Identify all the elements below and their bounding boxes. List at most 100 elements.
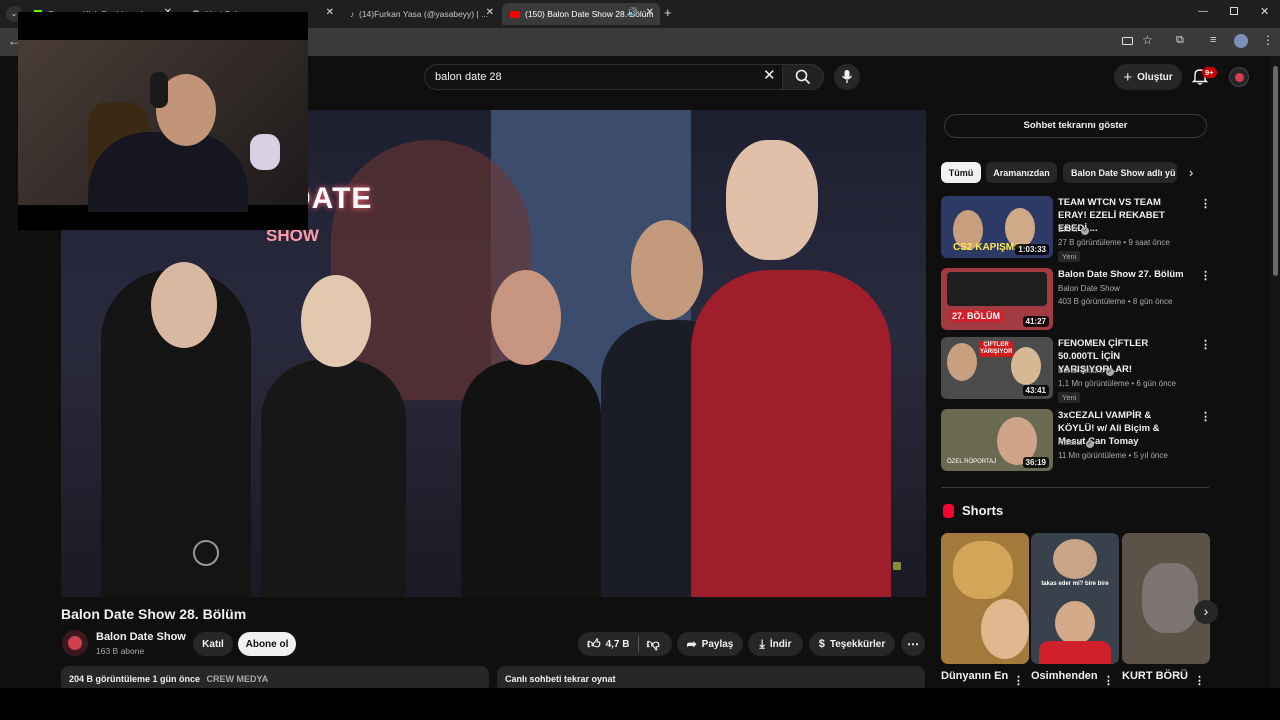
download-button[interactable]: ⤓ İndir <box>748 632 803 656</box>
subscribe-button[interactable]: Abone ol <box>238 632 296 656</box>
thumb-text: ÇİFTLER YARIŞIYOR <box>979 341 1013 357</box>
more-actions-button[interactable]: ⋯ <box>901 632 925 656</box>
shorts-header: Shorts <box>943 503 1003 518</box>
rec-meta: 1,1 Mn görüntüleme • 6 gün önce <box>1058 379 1176 388</box>
dislike-button[interactable]: 👎︎ <box>647 636 660 652</box>
star-icon[interactable]: ☆ <box>1142 33 1153 47</box>
section-divider <box>941 487 1209 488</box>
extensions-icon[interactable]: ⧉ <box>1176 34 1184 47</box>
rec-channel[interactable]: Balon Date Show <box>1058 284 1120 293</box>
close-window-button[interactable]: ✕ <box>1260 5 1269 18</box>
thumb-text: 27. BÖLÜM <box>949 310 1004 322</box>
person-3-head <box>491 270 561 365</box>
channel-watermark-icon <box>893 562 901 570</box>
person-4-head <box>631 220 703 320</box>
create-button[interactable]: + Oluştur <box>1114 64 1182 90</box>
short-thumbnail[interactable]: takas eder mi? bire bire <box>1031 533 1119 664</box>
thanks-button[interactable]: $ Teşekkürler <box>809 632 895 656</box>
short-menu-icon[interactable]: ⋮ <box>1194 674 1205 687</box>
plus-icon: + <box>1123 68 1133 86</box>
microphone <box>250 134 280 170</box>
clear-search-icon[interactable]: ✕ <box>763 66 776 84</box>
channel-name[interactable]: Balon Date Show <box>96 631 186 643</box>
short-title[interactable]: Dünyanın En <box>941 670 1008 682</box>
thumb-text: takas eder mi? bire bire <box>1041 581 1109 587</box>
account-avatar[interactable] <box>1229 67 1249 87</box>
duration-badge: 36:19 <box>1022 457 1049 468</box>
share-button[interactable]: ➦ Paylaş <box>677 632 743 656</box>
cast-icon[interactable] <box>1122 37 1133 45</box>
youtube-icon <box>510 10 520 18</box>
rec-menu-icon[interactable]: ⋮ <box>1200 338 1211 351</box>
voice-search-button[interactable] <box>834 64 860 90</box>
rec-menu-icon[interactable]: ⋮ <box>1200 197 1211 210</box>
show-chat-replay-button[interactable]: Sohbet tekrarını göster <box>944 114 1207 138</box>
channel-avatar[interactable] <box>62 630 88 656</box>
rec-channel-name: Kafalar <box>1058 438 1084 447</box>
minimize-button[interactable]: — <box>1198 6 1208 17</box>
person-2-head <box>301 275 371 367</box>
thanks-icon: $ <box>818 638 825 650</box>
taskbar-area <box>0 688 1280 720</box>
channel-logo-icon <box>68 636 82 650</box>
thumbs-up-icon: 👍︎ <box>587 636 601 651</box>
search-icon <box>795 69 811 85</box>
close-tab-icon[interactable]: ✕ <box>326 7 334 18</box>
person-1-head <box>151 262 217 348</box>
person-5-suit <box>691 270 891 597</box>
tab-youtube[interactable]: (150) Balon Date Show 28. Bölüm 🔊 ✕ <box>502 3 660 25</box>
thumb-face-right <box>1011 347 1041 385</box>
more-horizontal-icon: ⋯ <box>907 637 919 651</box>
new-tab-button[interactable]: + <box>664 5 672 20</box>
duration-badge: 41:27 <box>1022 316 1049 327</box>
like-button[interactable]: 👍︎ 4,7 B <box>587 636 630 652</box>
profile-avatar[interactable] <box>1234 34 1248 48</box>
short-thumbnail[interactable] <box>941 533 1029 664</box>
new-badge: Yeni <box>1058 251 1081 262</box>
rec-channel[interactable]: Burak Aktürk ✓ <box>1058 366 1114 376</box>
rec-title[interactable]: Balon Date Show 27. Bölüm <box>1058 268 1188 281</box>
thumb-text: ÖZEL RÖPORTAJ <box>947 459 997 465</box>
subscriber-count: 163 B abone <box>96 646 145 656</box>
thumbs-down-icon: 👎︎ <box>646 636 660 651</box>
rec-thumbnail[interactable]: CS2 KAPIŞMA 1:03:33 <box>941 196 1053 258</box>
shorts-next-button[interactable]: › <box>1194 600 1218 624</box>
short-title[interactable]: KURT BÖRÜ <box>1122 670 1188 682</box>
tab-label: (14)Furkan Yasa (@yasabeyy) | ... <box>359 9 489 19</box>
create-label: Oluştur <box>1137 71 1173 83</box>
rec-thumbnail[interactable]: ÇİFTLER YARIŞIYOR 43:41 <box>941 337 1053 399</box>
chevron-right-icon[interactable]: › <box>1189 165 1193 180</box>
search-button[interactable] <box>782 64 824 90</box>
thumb-group <box>947 272 1047 306</box>
join-button[interactable]: Katıl <box>193 632 233 656</box>
browser-menu-icon[interactable]: ⋮ <box>1262 33 1274 47</box>
scrollbar-thumb[interactable] <box>1273 66 1278 276</box>
media-control-icon[interactable]: ≡ <box>1210 34 1216 46</box>
short-menu-icon[interactable]: ⋮ <box>1103 674 1114 687</box>
rec-menu-icon[interactable]: ⋮ <box>1200 269 1211 282</box>
tab-tiktok[interactable]: ♪ (14)Furkan Yasa (@yasabeyy) | ... ✕ <box>342 3 500 25</box>
rec-thumbnail[interactable]: 27. BÖLÜM 41:27 <box>941 268 1053 330</box>
rec-channel-name: Burak Aktürk <box>1058 366 1104 375</box>
wolf-pup <box>1142 563 1198 633</box>
short-menu-icon[interactable]: ⋮ <box>1013 674 1024 687</box>
rec-channel[interactable]: ERAY ✓ <box>1058 225 1090 235</box>
speaker-icon[interactable]: 🔊 <box>627 7 638 18</box>
rec-menu-icon[interactable]: ⋮ <box>1200 410 1211 423</box>
short-thumbnail[interactable] <box>1122 533 1210 664</box>
chip-from-search[interactable]: Aramanızdan <box>986 162 1057 183</box>
close-tab-icon[interactable]: ✕ <box>486 7 494 18</box>
search-input[interactable]: balon date 28 <box>424 64 783 90</box>
rec-thumbnail[interactable]: ÖZEL RÖPORTAJ 36:19 <box>941 409 1053 471</box>
mic-icon <box>841 70 853 83</box>
duration-badge: 43:41 <box>1022 385 1049 396</box>
rec-meta: 27 B görüntüleme • 9 saat önce <box>1058 238 1170 247</box>
close-tab-icon[interactable]: ✕ <box>646 7 654 18</box>
chip-channel[interactable]: Balon Date Show adlı yü <box>1063 162 1177 183</box>
red-jersey <box>1039 641 1111 664</box>
short-title[interactable]: Osimhenden <box>1031 670 1098 682</box>
restore-button[interactable] <box>1230 7 1238 15</box>
rec-channel[interactable]: Kafalar ✓ <box>1058 438 1094 448</box>
thumb-face-left <box>947 343 977 381</box>
chip-all[interactable]: Tümü <box>941 162 981 183</box>
